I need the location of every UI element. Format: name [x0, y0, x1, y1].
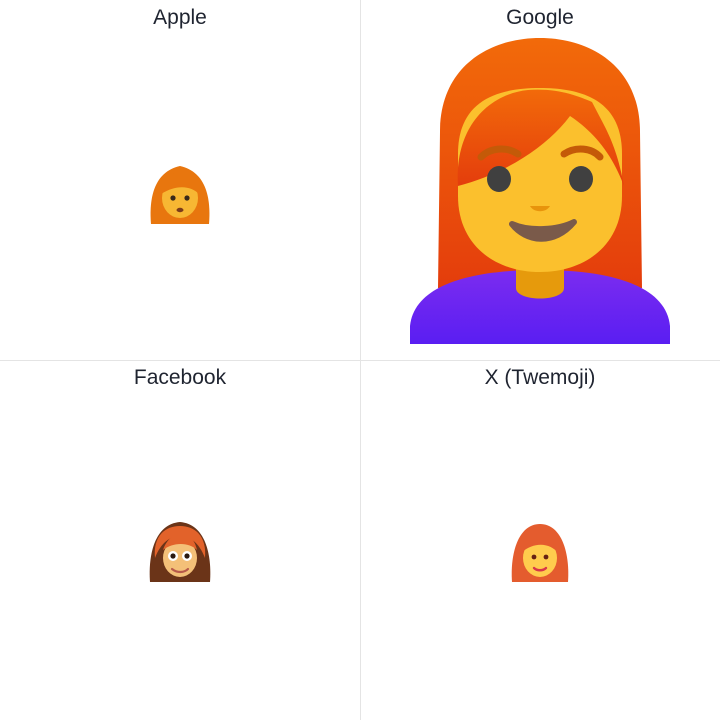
woman-red-hair-icon [147, 160, 213, 226]
emoji-comparison-grid: Apple Google Facebook X (Twemoji) [0, 0, 720, 720]
woman-red-hair-icon [508, 520, 572, 584]
horizontal-divider [0, 360, 720, 361]
vendor-cell-twemoji: X (Twemoji) [360, 360, 720, 720]
vendor-cell-google: Google [360, 0, 720, 360]
woman-red-hair-icon [147, 518, 213, 584]
vendor-label: X (Twemoji) [484, 366, 596, 389]
vendor-label: Google [506, 6, 574, 29]
vendor-label: Apple [153, 6, 207, 29]
vendor-cell-facebook: Facebook [0, 360, 360, 720]
woman-red-hair-icon [408, 36, 672, 348]
vendor-cell-apple: Apple [0, 0, 360, 360]
vendor-label: Facebook [133, 366, 227, 389]
